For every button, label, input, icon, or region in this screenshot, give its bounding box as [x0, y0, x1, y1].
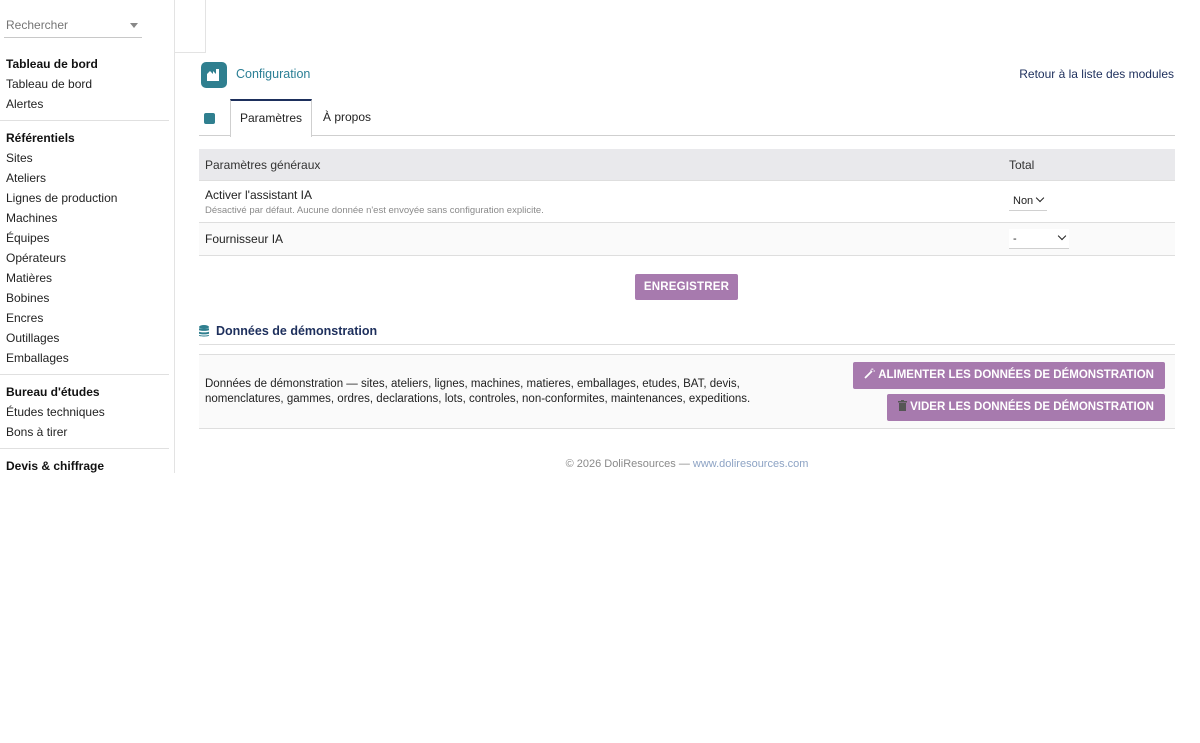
website-link[interactable]: www.doliresources.com — [693, 458, 809, 470]
sidebar-item-encres[interactable]: Encres — [6, 308, 169, 328]
database-icon — [199, 325, 209, 337]
sidebar-item-emballages[interactable]: Emballages — [6, 348, 169, 368]
menu-group-title[interactable]: Référentiels — [6, 129, 169, 148]
save-button[interactable]: ENREGISTRER — [635, 274, 738, 300]
ai-provider-select[interactable]: - — [1009, 229, 1069, 249]
button-label: ALIMENTER LES DONNÉES DE DÉMONSTRATION — [878, 369, 1154, 381]
menu-group-title[interactable]: Bureau d'études — [6, 383, 169, 402]
tab-parametres[interactable]: Paramètres — [230, 99, 312, 137]
sidebar-menu: Tableau de bord Tableau de bord Alertes … — [0, 55, 174, 473]
sidebar-item-tableau-de-bord[interactable]: Tableau de bord — [6, 74, 169, 94]
menu-group-bureau-etudes: Bureau d'études Études techniques Bons à… — [0, 375, 169, 449]
search-box[interactable] — [4, 14, 142, 38]
sidebar-item-matieres[interactable]: Matières — [6, 268, 169, 288]
search-input[interactable] — [4, 14, 124, 36]
param-description: Désactivé par défaut. Aucune donnée n'es… — [205, 205, 544, 216]
footer: © 2026 DoliResources — www.doliresources… — [199, 458, 1175, 470]
sidebar-item-operateurs[interactable]: Opérateurs — [6, 248, 169, 268]
module-icon — [201, 62, 227, 88]
menu-group-devis: Devis & chiffrage — [0, 449, 169, 473]
sidebar-item-equipes[interactable]: Équipes — [6, 228, 169, 248]
menu-group-title[interactable]: Devis & chiffrage — [6, 457, 169, 473]
sidebar-item-etudes-techniques[interactable]: Études techniques — [6, 402, 169, 422]
menu-group-dashboard: Tableau de bord Tableau de bord Alertes — [0, 55, 169, 121]
back-to-modules-link[interactable]: Retour à la liste des modules — [1019, 67, 1174, 81]
menu-group-referentiels: Référentiels Sites Ateliers Lignes de pr… — [0, 121, 169, 375]
table-row: Activer l'assistant IA Désactivé par déf… — [199, 181, 1175, 223]
demo-description: Données de démonstration — sites, atelie… — [205, 378, 751, 405]
feed-demo-data-button[interactable]: ALIMENTER LES DONNÉES DE DÉMONSTRATION — [853, 362, 1165, 389]
menu-group-title[interactable]: Tableau de bord — [6, 55, 169, 74]
page-title: Configuration — [236, 67, 311, 81]
column-header-total: Total — [1009, 158, 1035, 172]
copyright-text: © 2026 DoliResources — — [565, 458, 693, 470]
main-content: Configuration Retour à la liste des modu… — [199, 0, 1175, 743]
trash-icon — [898, 400, 908, 412]
param-label: Fournisseur IA — [205, 232, 284, 246]
sidebar: Tableau de bord Tableau de bord Alertes … — [0, 0, 175, 473]
sidebar-item-ateliers[interactable]: Ateliers — [6, 168, 169, 188]
chevron-down-icon[interactable] — [130, 23, 138, 28]
ai-assistant-select[interactable]: Non — [1009, 191, 1047, 211]
tab-a-propos[interactable]: À propos — [317, 99, 377, 136]
column-header-name: Paramètres généraux — [205, 158, 321, 172]
select-value: Non — [1013, 195, 1034, 207]
sidebar-item-outillages[interactable]: Outillages — [6, 328, 169, 348]
sidebar-item-alertes[interactable]: Alertes — [6, 94, 169, 114]
module-tab-icon — [204, 113, 215, 124]
sidebar-item-bons-a-tirer[interactable]: Bons à tirer — [6, 422, 169, 442]
table-row: Fournisseur IA - — [199, 223, 1175, 256]
factory-icon — [207, 69, 219, 81]
select-value: - — [1013, 233, 1017, 245]
empty-demo-data-button[interactable]: VIDER LES DONNÉES DE DÉMONSTRATION — [887, 394, 1165, 421]
table-header: Paramètres généraux Total — [199, 149, 1175, 181]
sidebar-item-lignes[interactable]: Lignes de production — [6, 188, 169, 208]
sidebar-item-sites[interactable]: Sites — [6, 148, 169, 168]
demo-panel: Données de démonstration — sites, atelie… — [199, 354, 1175, 429]
button-label: VIDER LES DONNÉES DE DÉMONSTRATION — [910, 401, 1154, 413]
sidebar-item-machines[interactable]: Machines — [6, 208, 169, 228]
chevron-down-icon — [1057, 231, 1067, 241]
params-table: Paramètres généraux Total Activer l'assi… — [199, 149, 1175, 256]
chevron-down-icon — [1035, 193, 1045, 203]
sidebar-item-bobines[interactable]: Bobines — [6, 288, 169, 308]
param-label: Activer l'assistant IA — [205, 188, 312, 202]
tab-bar: Paramètres À propos — [199, 99, 1175, 137]
demo-section-title: Données de démonstration — [199, 323, 1175, 345]
section-heading: Données de démonstration — [216, 324, 378, 338]
magic-wand-icon — [864, 368, 876, 380]
